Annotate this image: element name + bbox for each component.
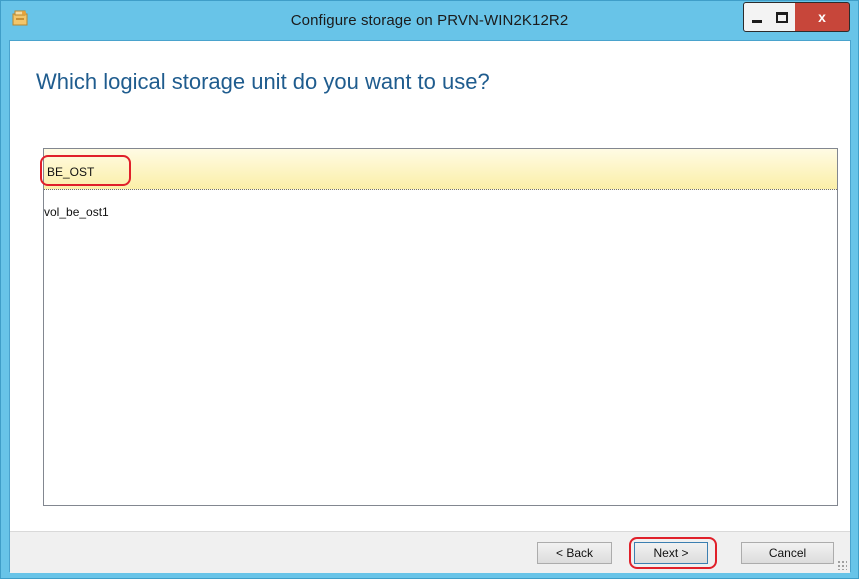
page-title: Which logical storage unit do you want t… [36,69,490,94]
window-title: Configure storage on PRVN-WIN2K12R2 [290,12,569,29]
wizard-window: Configure storage on PRVN-WIN2K12R2 x Wh… [0,0,859,579]
cancel-button[interactable]: Cancel [741,542,834,564]
minimize-icon [751,19,762,23]
close-button[interactable]: x [795,2,850,32]
maximize-button[interactable] [769,2,796,32]
maximize-icon [776,11,788,23]
title-bar[interactable]: Configure storage on PRVN-WIN2K12R2 x [1,1,858,40]
list-group-header[interactable]: BE_OST [44,149,837,190]
back-button[interactable]: < Back [537,542,612,564]
storage-unit-list[interactable]: BE_OST vol_be_ost1 [43,148,838,506]
minimize-button[interactable] [743,2,770,32]
wizard-content: Which logical storage unit do you want t… [9,40,851,573]
list-item[interactable]: vol_be_ost1 [44,205,109,219]
highlight-annotation [40,155,131,186]
close-icon: x [818,9,826,25]
highlight-annotation [629,537,717,569]
wizard-footer: < Back Next > Cancel [10,531,850,573]
resize-grip-icon[interactable] [837,560,847,570]
